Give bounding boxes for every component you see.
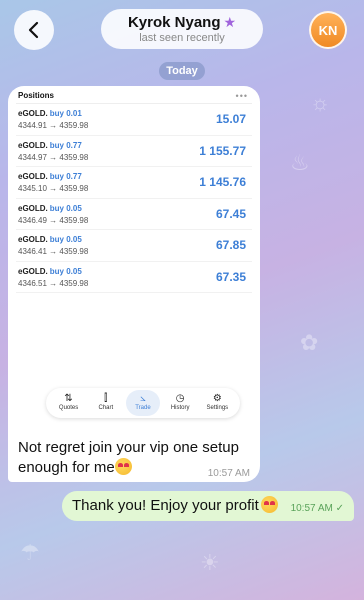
close-price: 4359.98 — [59, 247, 89, 257]
avatar[interactable]: KN — [309, 11, 347, 49]
positions-title: Positions — [18, 91, 55, 100]
chat-title[interactable]: Kyrok Nyang ★ last seen recently — [101, 9, 263, 49]
position-profit: 1 145.76 — [199, 175, 246, 190]
position-row: eGOLD. buy 0.77 4345.10 → 4359.98 1 145.76 — [16, 167, 252, 199]
close-price: 4359.98 — [59, 184, 89, 194]
doodle-icon: ☀ — [200, 550, 220, 575]
position-prices: 4344.97 → 4359.98 — [18, 152, 88, 164]
tab-quotes: ⇅ Quotes — [52, 390, 86, 416]
outgoing-message[interactable]: Thank you! Enjoy your profit 10:57 AM ✓ — [62, 491, 354, 521]
position-action: buy 0.77 — [49, 172, 82, 182]
incoming-message[interactable]: Positions ••• eGOLD. buy 0.01 4344.91 → 43… — [8, 86, 260, 482]
position-prices: 4345.10 → 4359.98 — [18, 183, 88, 195]
attached-screenshot[interactable]: Positions ••• eGOLD. buy 0.01 4344.91 → 43… — [16, 88, 252, 424]
tab-history: ◷ History — [163, 390, 197, 416]
doodle-icon: ✿ — [300, 330, 319, 355]
close-price: 4359.98 — [59, 278, 89, 288]
open-price: 4346.41 — [18, 247, 47, 257]
close-price: 4359.98 — [59, 215, 89, 225]
outgoing-message-text: Thank you! Enjoy your profit — [72, 496, 278, 514]
doodle-icon: ☼ — [310, 90, 331, 115]
quotes-icon: ⇅ — [64, 393, 73, 404]
tab-label: Settings — [206, 405, 229, 411]
arrow-icon: → — [49, 184, 58, 194]
position-prices: 4346.41 → 4359.98 — [18, 246, 88, 258]
last-seen-status: last seen recently — [139, 32, 225, 44]
position-prices: 4344.91 → 4359.98 — [18, 120, 88, 132]
position-row: eGOLD. buy 0.05 4346.41 → 4359.98 67.85 — [16, 230, 252, 262]
position-action: buy 0.05 — [49, 235, 82, 245]
more-icon: ••• — [235, 90, 248, 101]
position-symbol: eGOLD. — [18, 235, 48, 245]
incoming-timestamp: 10:57 AM — [207, 468, 250, 479]
history-icon: ◷ — [175, 393, 185, 404]
arrow-icon: → — [49, 278, 58, 288]
position-symbol: eGOLD. — [18, 266, 48, 276]
position-profit: 67.35 — [215, 269, 246, 284]
arrow-icon: → — [49, 247, 58, 257]
trade-icon: ⦣ — [140, 393, 146, 404]
position-action: buy 0.01 — [49, 109, 82, 119]
open-price: 4346.49 — [18, 215, 47, 225]
position-info: eGOLD. buy 0.77 4344.97 → 4359.98 — [18, 138, 88, 164]
position-row: eGOLD. buy 0.05 4346.51 → 4359.98 67.35 — [16, 262, 252, 293]
open-price: 4345.10 — [18, 184, 47, 194]
close-price: 4359.98 — [59, 121, 89, 131]
bottom-tab-bar: ⇅ Quotes ⫿ Chart ⦣ Trade ◷ History ⚙ Settings — [46, 388, 240, 418]
arrow-icon: → — [49, 215, 58, 225]
open-price: 4346.51 — [18, 278, 47, 288]
tab-trade: ⦣ Trade — [125, 390, 160, 416]
open-price: 4344.97 — [18, 152, 47, 162]
tab-label: Trade — [135, 405, 151, 411]
tab-label: History — [170, 405, 190, 411]
tab-label: Quotes — [58, 405, 79, 411]
position-prices: 4346.51 → 4359.98 — [18, 278, 88, 290]
arrow-icon: → — [49, 152, 58, 162]
position-row: eGOLD. buy 0.77 4344.97 → 4359.98 1 155.77 — [16, 136, 252, 167]
positions-list: eGOLD. buy 0.01 4344.91 → 4359.98 15.07 eGOL… — [16, 104, 252, 293]
position-symbol: eGOLD. — [18, 203, 48, 213]
position-info: eGOLD. buy 0.05 4346.49 → 4359.98 — [18, 201, 88, 227]
doodle-icon: ☂ — [20, 540, 40, 565]
chevron-left-icon — [28, 21, 39, 39]
heart-eyes-emoji-icon — [114, 458, 132, 475]
candles-icon: ⫿ — [104, 393, 108, 404]
tab-chart: ⫿ Chart — [89, 390, 123, 416]
date-separator: Today — [159, 62, 205, 80]
position-action: buy 0.05 — [49, 266, 82, 276]
position-symbol: eGOLD. — [18, 140, 48, 150]
position-symbol: eGOLD. — [18, 172, 48, 182]
position-profit: 67.45 — [215, 206, 246, 221]
arrow-icon: → — [49, 121, 58, 131]
position-profit: 67.85 — [215, 238, 246, 253]
position-info: eGOLD. buy 0.77 4345.10 → 4359.98 — [18, 169, 88, 195]
position-info: eGOLD. buy 0.01 4344.91 → 4359.98 — [18, 106, 88, 132]
position-row: eGOLD. buy 0.05 4346.49 → 4359.98 67.45 — [16, 199, 252, 230]
position-row: eGOLD. buy 0.01 4344.91 → 4359.98 15.07 — [16, 104, 252, 136]
tab-settings: ⚙ Settings — [200, 390, 234, 416]
star-icon: ★ — [223, 14, 237, 30]
check-icon: ✓ — [335, 503, 344, 514]
contact-name: Kyrok Nyang — [127, 14, 221, 31]
position-action: buy 0.05 — [49, 203, 82, 213]
position-action: buy 0.77 — [49, 140, 82, 150]
position-profit: 1 155.77 — [199, 143, 246, 158]
position-info: eGOLD. buy 0.05 4346.51 → 4359.98 — [18, 264, 88, 290]
position-prices: 4346.49 → 4359.98 — [18, 215, 88, 227]
settings-icon: ⚙ — [212, 393, 222, 404]
close-price: 4359.98 — [59, 152, 89, 162]
open-price: 4344.91 — [18, 121, 47, 131]
position-info: eGOLD. buy 0.05 4346.41 → 4359.98 — [18, 232, 88, 258]
outgoing-timestamp: 10:57 AM ✓ — [290, 503, 344, 514]
position-symbol: eGOLD. — [18, 109, 48, 119]
doodle-icon: ♨ — [290, 150, 310, 175]
smiling-hearts-emoji-icon — [260, 496, 278, 513]
back-button[interactable] — [14, 10, 54, 50]
tab-label: Chart — [98, 405, 114, 411]
position-profit: 15.07 — [215, 112, 246, 127]
